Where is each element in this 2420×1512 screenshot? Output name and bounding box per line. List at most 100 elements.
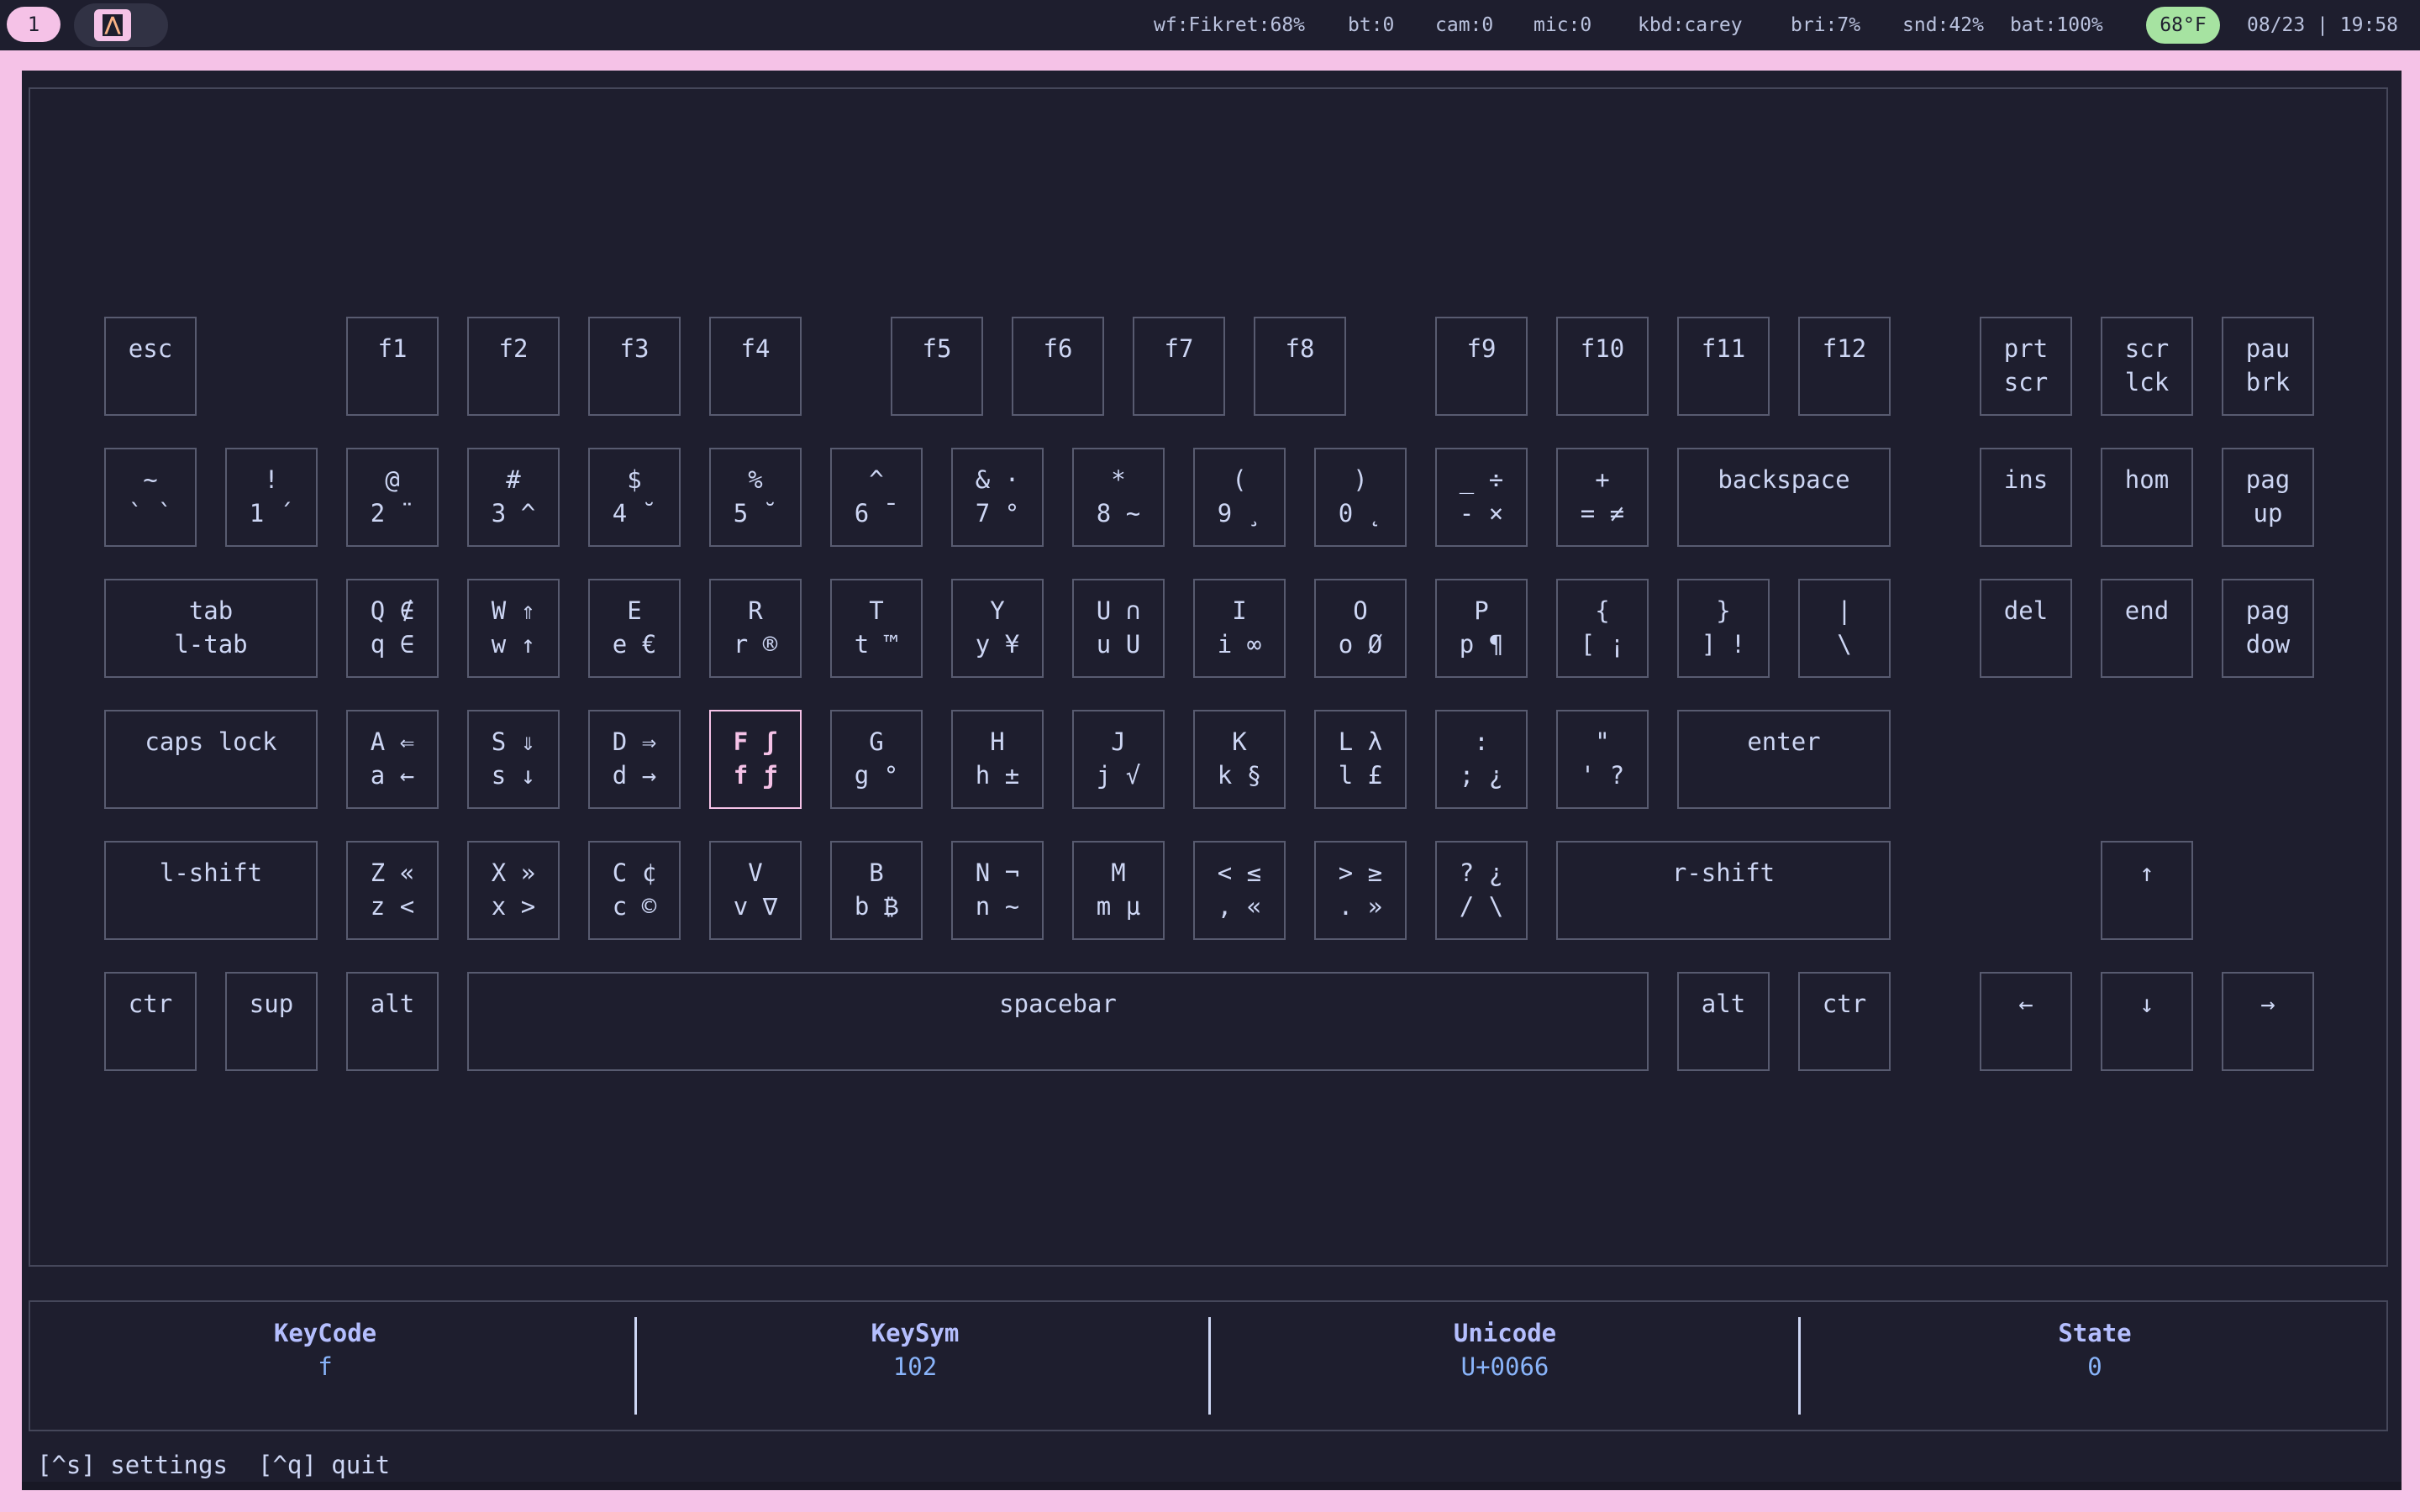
key-comma[interactable]: < ≤ , « — [1193, 841, 1286, 940]
key-down[interactable]: ↓ — [2101, 972, 2193, 1071]
key-equal[interactable]: + = ≠ — [1556, 448, 1649, 547]
key-2[interactable]: @ 2 ¨ — [346, 448, 439, 547]
key-prtscr[interactable]: prt scr — [1980, 317, 2072, 416]
sound-status[interactable]: snd:42% — [1902, 0, 1984, 50]
key-w[interactable]: W ⇑ w ↑ — [467, 579, 560, 678]
wifi-status[interactable]: wf:Fikret:68% — [1154, 0, 1305, 50]
mic-status[interactable]: mic:0 — [1534, 0, 1591, 50]
key-f8[interactable]: f8 — [1254, 317, 1346, 416]
datetime[interactable]: 08/23 | 19:58 — [2247, 0, 2398, 50]
key-f[interactable]: F ʃ f ƒ — [709, 710, 802, 809]
key-ins[interactable]: ins — [1980, 448, 2072, 547]
key-3[interactable]: # 3 ^ — [467, 448, 560, 547]
key-h[interactable]: H h ± — [951, 710, 1044, 809]
key-minus[interactable]: _ ÷ - × — [1435, 448, 1528, 547]
key-lshift[interactable]: l-shift — [104, 841, 318, 940]
key-j[interactable]: J j √ — [1072, 710, 1165, 809]
key-lalt[interactable]: alt — [346, 972, 439, 1071]
key-s[interactable]: S ⇓ s ↓ — [467, 710, 560, 809]
key-rshift[interactable]: r-shift — [1556, 841, 1891, 940]
key-i[interactable]: I i ∞ — [1193, 579, 1286, 678]
camera-status[interactable]: cam:0 — [1435, 0, 1493, 50]
key-k[interactable]: K k § — [1193, 710, 1286, 809]
key-ralt[interactable]: alt — [1677, 972, 1770, 1071]
key-esc[interactable]: esc — [104, 317, 197, 416]
key-l[interactable]: L λ l £ — [1314, 710, 1407, 809]
key-g[interactable]: G g ° — [830, 710, 923, 809]
keyboard-layout-status[interactable]: kbd:carey — [1638, 0, 1743, 50]
key-f12[interactable]: f12 — [1798, 317, 1891, 416]
key-f7[interactable]: f7 — [1133, 317, 1225, 416]
key-c[interactable]: C ¢ c © — [588, 841, 681, 940]
key-9[interactable]: ( 9 ¸ — [1193, 448, 1286, 547]
key-f11[interactable]: f11 — [1677, 317, 1770, 416]
key-pagdow[interactable]: pag dow — [2222, 579, 2314, 678]
key-paubrk[interactable]: pau brk — [2222, 317, 2314, 416]
key-n[interactable]: N ¬ n ~ — [951, 841, 1044, 940]
key-u[interactable]: U ∩ u U — [1072, 579, 1165, 678]
key-x[interactable]: X » x > — [467, 841, 560, 940]
workspace-indicator[interactable]: 1 — [7, 7, 60, 42]
key-8[interactable]: * 8 ~ — [1072, 448, 1165, 547]
quit-shortcut[interactable]: [^q] quit — [258, 1451, 390, 1479]
key-b[interactable]: B b ₿ — [830, 841, 923, 940]
key-7[interactable]: & · 7 ° — [951, 448, 1044, 547]
key-1[interactable]: ! 1 ´ — [225, 448, 318, 547]
key-4[interactable]: $ 4 ˘ — [588, 448, 681, 547]
key-capslock[interactable]: caps lock — [104, 710, 318, 809]
key-up[interactable]: ↑ — [2101, 841, 2193, 940]
key-rbracket[interactable]: } ] ! — [1677, 579, 1770, 678]
key-z[interactable]: Z « z < — [346, 841, 439, 940]
key-slash[interactable]: ? ¿ / \ — [1435, 841, 1528, 940]
key-sup[interactable]: sup — [225, 972, 318, 1071]
key-f4[interactable]: f4 — [709, 317, 802, 416]
key-quote[interactable]: " ' ? — [1556, 710, 1649, 809]
key-f1[interactable]: f1 — [346, 317, 439, 416]
key-d[interactable]: D ⇒ d → — [588, 710, 681, 809]
key-backslash[interactable]: | \ — [1798, 579, 1891, 678]
key-r[interactable]: R r ® — [709, 579, 802, 678]
key-backspace[interactable]: backspace — [1677, 448, 1891, 547]
key-0[interactable]: ) 0 ˛ — [1314, 448, 1407, 547]
key-lbracket[interactable]: { [ ¡ — [1556, 579, 1649, 678]
key-grave[interactable]: ~ ` ` — [104, 448, 197, 547]
key-tab[interactable]: tab l-tab — [104, 579, 318, 678]
key-f5[interactable]: f5 — [891, 317, 983, 416]
key-e[interactable]: E e € — [588, 579, 681, 678]
key-t[interactable]: T t ™ — [830, 579, 923, 678]
active-app-badge[interactable]: ⋀ — [74, 3, 168, 47]
key-rctr[interactable]: ctr — [1798, 972, 1891, 1071]
key-m[interactable]: M m µ — [1072, 841, 1165, 940]
key-period[interactable]: > ≥ . » — [1314, 841, 1407, 940]
key-f6[interactable]: f6 — [1012, 317, 1104, 416]
key-end[interactable]: end — [2101, 579, 2193, 678]
key-6[interactable]: ^ 6 ¯ — [830, 448, 923, 547]
battery-status[interactable]: bat:100% — [2010, 0, 2103, 50]
key-lctr[interactable]: ctr — [104, 972, 197, 1071]
key-right[interactable]: → — [2222, 972, 2314, 1071]
key-o[interactable]: O o Ø — [1314, 579, 1407, 678]
key-f2[interactable]: f2 — [467, 317, 560, 416]
key-enter[interactable]: enter — [1677, 710, 1891, 809]
key-y[interactable]: Y y ¥ — [951, 579, 1044, 678]
key-q[interactable]: Q ∉ q ∈ — [346, 579, 439, 678]
key-p[interactable]: P p ¶ — [1435, 579, 1528, 678]
footer-shortcuts: [^s] settings [^q] quit — [37, 1448, 420, 1482]
brightness-status[interactable]: bri:7% — [1791, 0, 1860, 50]
settings-shortcut[interactable]: [^s] settings — [37, 1451, 228, 1479]
key-a[interactable]: A ⇐ a ← — [346, 710, 439, 809]
key-del[interactable]: del — [1980, 579, 2072, 678]
key-hom[interactable]: hom — [2101, 448, 2193, 547]
key-semicolon[interactable]: : ; ¿ — [1435, 710, 1528, 809]
key-f9[interactable]: f9 — [1435, 317, 1528, 416]
key-v[interactable]: V v ∇ — [709, 841, 802, 940]
key-left[interactable]: ← — [1980, 972, 2072, 1071]
key-scrlck[interactable]: scr lck — [2101, 317, 2193, 416]
key-5[interactable]: % 5 ˘ — [709, 448, 802, 547]
bluetooth-status[interactable]: bt:0 — [1348, 0, 1394, 50]
key-f3[interactable]: f3 — [588, 317, 681, 416]
key-space[interactable]: spacebar — [467, 972, 1649, 1071]
key-pagup[interactable]: pag up — [2222, 448, 2314, 547]
temperature-badge[interactable]: 68°F — [2146, 7, 2220, 44]
key-f10[interactable]: f10 — [1556, 317, 1649, 416]
